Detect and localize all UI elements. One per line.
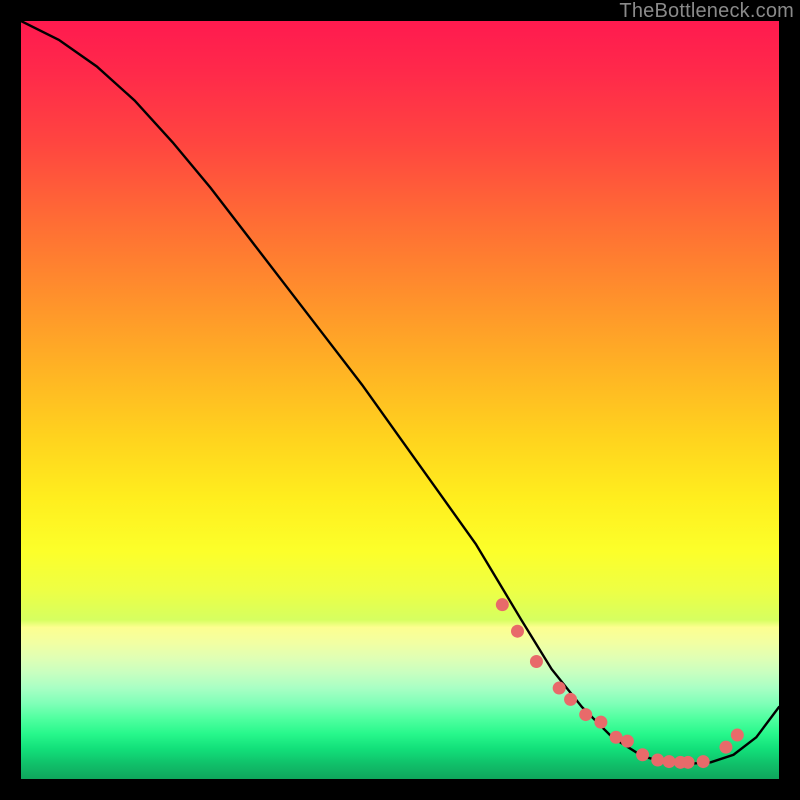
marker-dot xyxy=(719,741,732,754)
marker-dot xyxy=(564,693,577,706)
marker-dot xyxy=(663,755,676,768)
marker-dot xyxy=(553,682,566,695)
marker-dot xyxy=(621,735,634,748)
marker-dot xyxy=(594,716,607,729)
marker-dot xyxy=(496,598,509,611)
plot-area xyxy=(21,21,779,779)
marker-dot xyxy=(682,756,695,769)
marker-dot xyxy=(731,729,744,742)
bottleneck-curve xyxy=(21,21,779,764)
marker-dot xyxy=(651,754,664,767)
marker-dot xyxy=(511,625,524,638)
marker-dot xyxy=(610,731,623,744)
marker-dot xyxy=(636,748,649,761)
marker-dot xyxy=(697,755,710,768)
watermark-text: TheBottleneck.com xyxy=(619,0,794,23)
marker-dot xyxy=(530,655,543,668)
marker-dot xyxy=(579,708,592,721)
chart-stage: TheBottleneck.com xyxy=(0,0,800,800)
chart-svg xyxy=(21,21,779,779)
